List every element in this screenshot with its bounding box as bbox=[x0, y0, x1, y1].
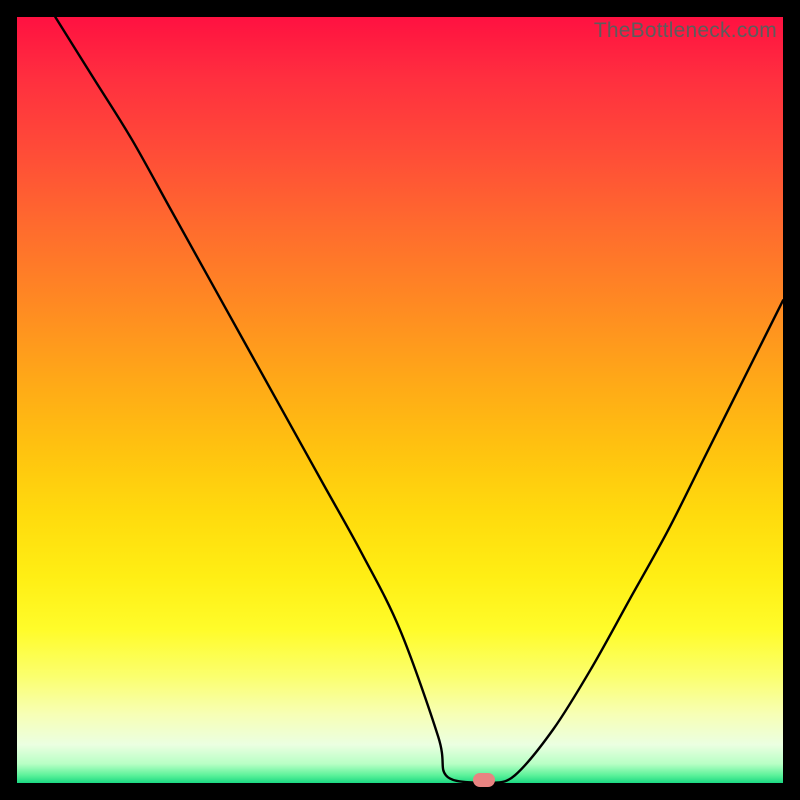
plot-area: TheBottleneck.com bbox=[17, 17, 783, 783]
bottleneck-curve bbox=[17, 17, 783, 783]
optimal-point-marker bbox=[473, 773, 495, 787]
chart-container: TheBottleneck.com bbox=[0, 0, 800, 800]
